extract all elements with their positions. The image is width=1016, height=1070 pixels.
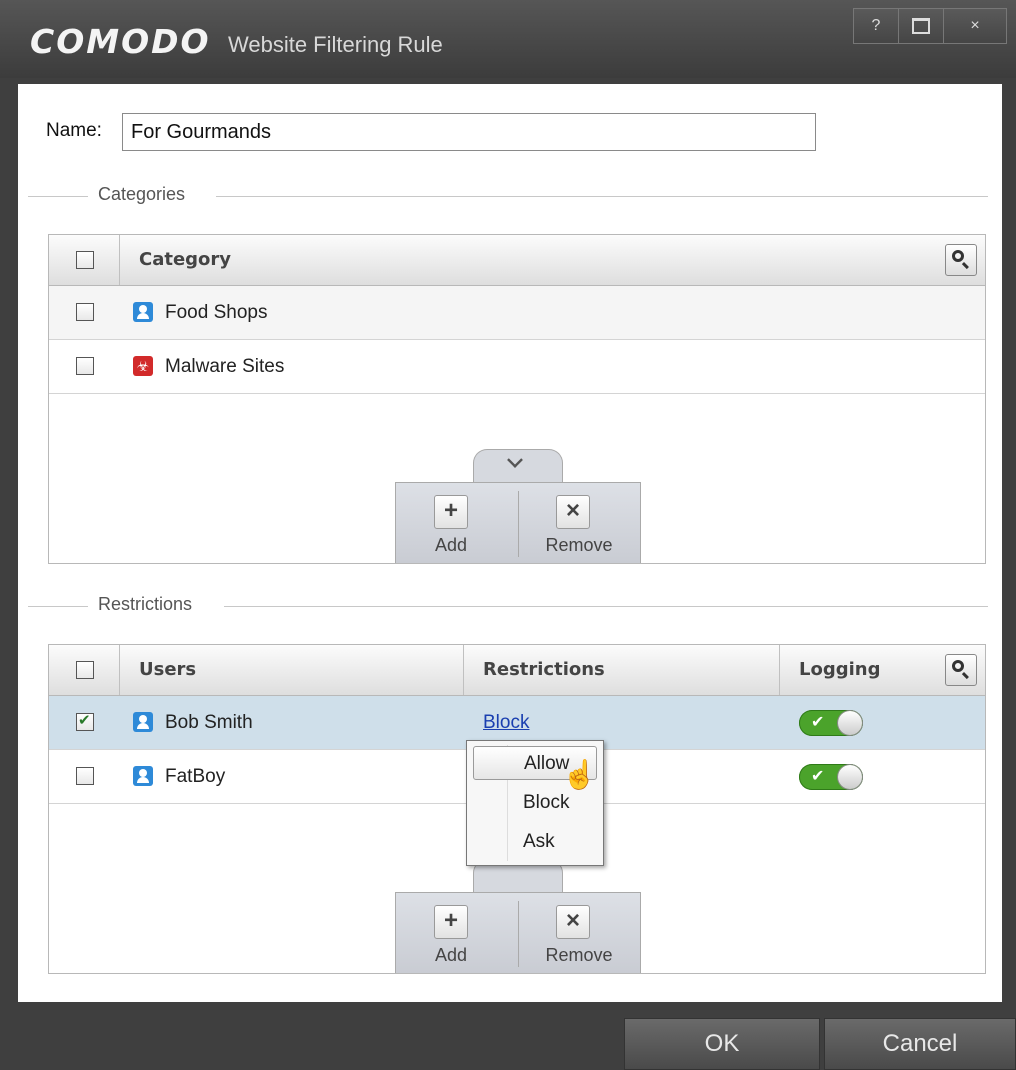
user-row-checkbox[interactable]: [76, 711, 94, 731]
user-icon: [133, 302, 153, 322]
menu-item-ask[interactable]: Ask: [473, 825, 597, 859]
title-bar: COMODO Website Filtering Rule ? ×: [0, 0, 1016, 78]
plus-icon: +: [434, 905, 468, 939]
user-name: FatBoy: [165, 766, 226, 787]
restrictions-action-bar: + Add × Remove: [395, 859, 641, 973]
select-all-users-checkbox[interactable]: [76, 661, 94, 679]
category-row-checkbox[interactable]: [76, 303, 94, 321]
select-all-categories-checkbox[interactable]: [76, 251, 94, 269]
restrictions-section-header: Restrictions: [28, 594, 988, 618]
check-icon: ✔: [811, 768, 825, 785]
category-label: Food Shops: [165, 302, 268, 323]
categories-section-header: Categories: [28, 184, 988, 208]
name-label: Name:: [46, 120, 102, 141]
restrictions-column-header[interactable]: Restrictions: [483, 645, 605, 695]
close-button[interactable]: ×: [944, 9, 1006, 43]
categories-search-icon[interactable]: [945, 244, 977, 276]
cancel-button[interactable]: Cancel: [824, 1018, 1016, 1070]
categories-section-label: Categories: [98, 184, 186, 204]
maximize-button[interactable]: [899, 9, 944, 43]
check-icon: ✔: [811, 714, 825, 731]
ok-button[interactable]: OK: [624, 1018, 820, 1070]
x-icon: ×: [556, 495, 590, 529]
hand-cursor-icon: ☝: [562, 759, 597, 790]
user-icon: [133, 766, 153, 786]
biohazard-icon: ☣: [133, 356, 153, 376]
logging-toggle[interactable]: ✔: [799, 764, 863, 790]
category-label: Malware Sites: [165, 356, 285, 377]
category-row[interactable]: Food Shops: [49, 286, 985, 340]
logging-toggle[interactable]: ✔: [799, 710, 863, 736]
name-input[interactable]: [122, 113, 816, 151]
category-column-header[interactable]: Category: [139, 235, 231, 285]
remove-label: Remove: [545, 945, 613, 965]
menu-item-block[interactable]: Block: [473, 786, 597, 820]
user-icon: [133, 712, 153, 732]
category-row-checkbox[interactable]: [76, 357, 94, 375]
category-row[interactable]: ☣ Malware Sites: [49, 340, 985, 394]
user-name: Bob Smith: [165, 712, 253, 733]
categories-action-bar: + Add × Remove: [395, 449, 641, 563]
logging-column-header[interactable]: Logging: [799, 645, 880, 695]
window-title: Website Filtering Rule: [228, 32, 443, 57]
brand-logo: COMODO: [30, 22, 211, 61]
restrictions-table-header: Users Restrictions Logging: [49, 645, 985, 696]
plus-icon: +: [434, 495, 468, 529]
add-label: Add: [434, 945, 468, 965]
menu-item-label: Block: [523, 792, 570, 813]
add-user-button[interactable]: + Add: [396, 893, 518, 974]
restrictions-search-icon[interactable]: [945, 654, 977, 686]
remove-category-button[interactable]: × Remove: [518, 483, 640, 564]
add-category-button[interactable]: + Add: [396, 483, 518, 564]
remove-label: Remove: [545, 535, 613, 555]
window-controls: ? ×: [853, 8, 1007, 44]
categories-table-header: Category: [49, 235, 985, 286]
add-label: Add: [434, 535, 468, 555]
users-column-header[interactable]: Users: [139, 645, 196, 695]
help-button[interactable]: ?: [854, 9, 899, 43]
remove-user-button[interactable]: × Remove: [518, 893, 640, 974]
categories-table: Category Food Shops ☣ Malware Sites + Ad…: [48, 234, 986, 564]
maximize-icon: [912, 18, 930, 34]
x-icon: ×: [556, 905, 590, 939]
menu-item-label: Ask: [523, 831, 555, 852]
restrictions-section-label: Restrictions: [98, 594, 193, 614]
user-row-checkbox[interactable]: [76, 767, 94, 785]
